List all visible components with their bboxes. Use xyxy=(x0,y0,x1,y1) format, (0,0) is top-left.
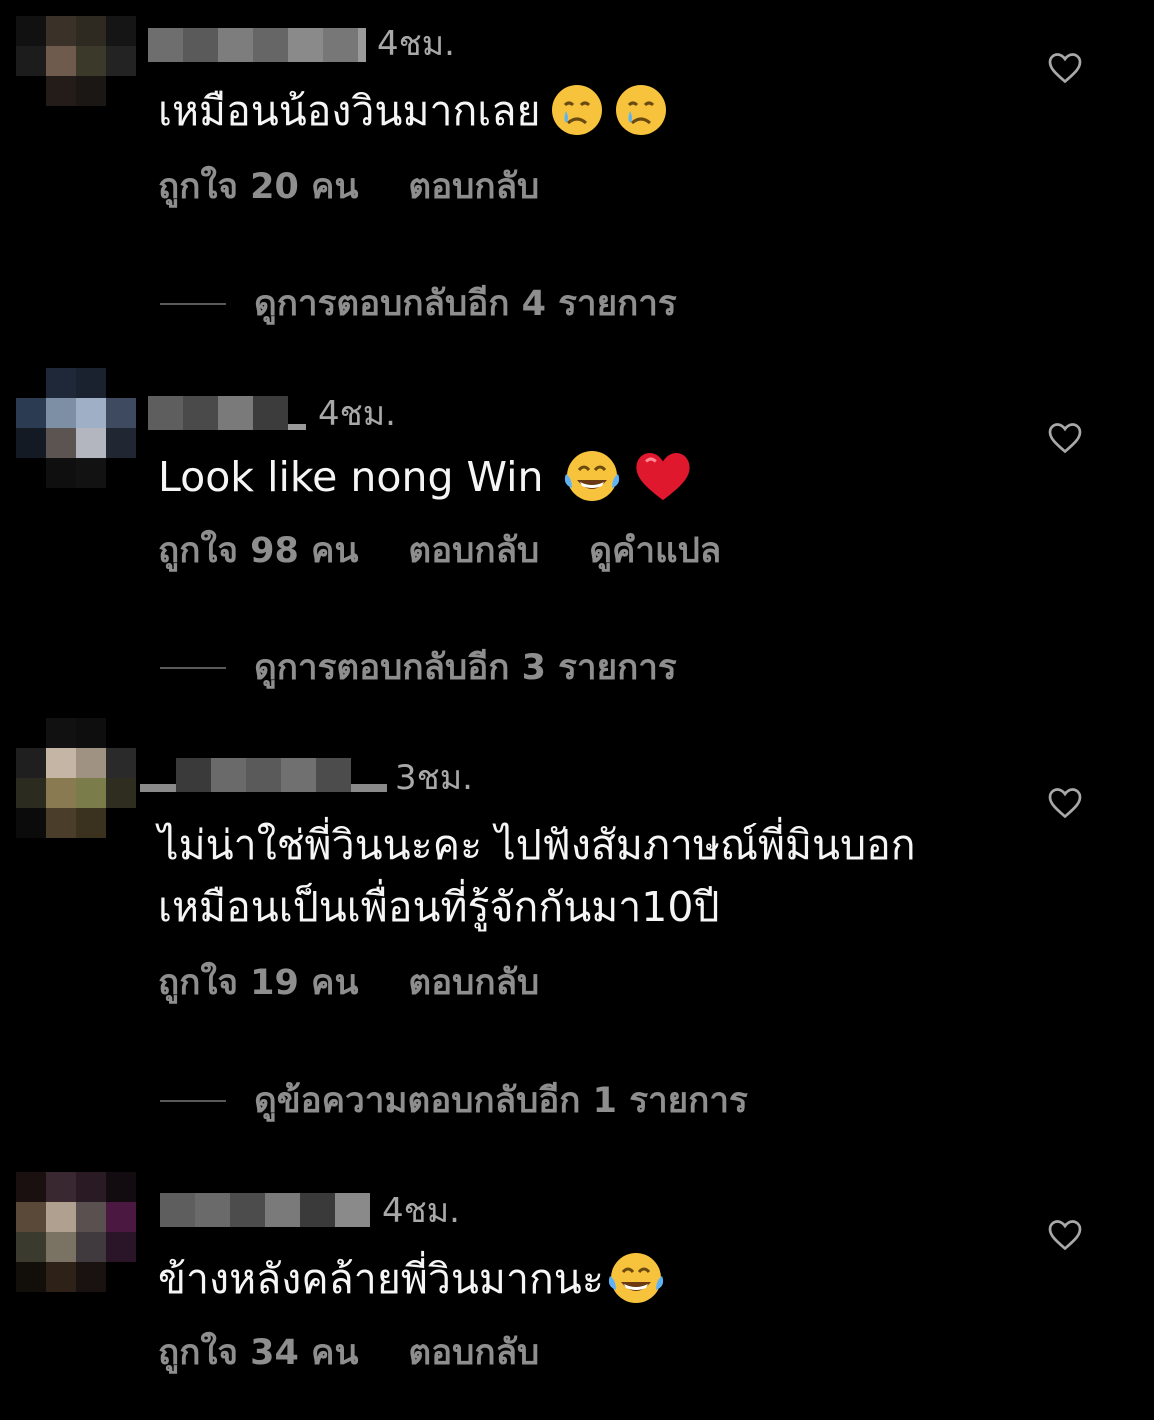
comment-meta: ถูกใจ 34 คน ตอบกลับ xyxy=(158,1332,589,1374)
like-heart-icon[interactable] xyxy=(1046,1217,1084,1253)
username-blurred[interactable] xyxy=(148,396,306,430)
crying-face-emoji xyxy=(552,85,603,135)
comment-text: ข้างหลังคล้ายพี่วินมากนะ xyxy=(158,1248,666,1310)
comment-text: Look like nong Win xyxy=(158,446,692,508)
view-replies-label: ดูข้อความตอบกลับอีก 1 รายการ xyxy=(254,1081,748,1121)
comment-meta: ถูกใจ 19 คน ตอบกลับ xyxy=(158,962,589,1004)
comment-time: 4ชม. xyxy=(318,394,396,434)
avatar[interactable] xyxy=(16,1172,136,1292)
likes-count[interactable]: ถูกใจ 20 คน xyxy=(158,167,358,207)
replies-divider-line xyxy=(160,1099,226,1102)
comment-meta: ถูกใจ 20 คน ตอบกลับ xyxy=(158,166,589,208)
tears-of-joy-emoji xyxy=(564,451,619,501)
comment-time: 4ชม. xyxy=(377,24,455,64)
comment-time: 4ชม. xyxy=(382,1191,460,1231)
comment-text-line-1: ไม่น่าใช่พี่วินนะคะ ไปฟังสัมภาษณ์พี่มินบ… xyxy=(158,821,916,869)
reply-button[interactable]: ตอบกลับ xyxy=(408,1333,539,1373)
like-heart-icon[interactable] xyxy=(1046,50,1084,86)
like-heart-icon[interactable] xyxy=(1046,785,1084,821)
translate-button[interactable]: ดูคำแปล xyxy=(589,531,721,571)
likes-count[interactable]: ถูกใจ 34 คน xyxy=(158,1333,358,1373)
avatar[interactable] xyxy=(16,16,136,136)
username-blurred[interactable] xyxy=(140,758,387,792)
comment-text-line-2: เหมือนเป็นเพื่อนที่รู้จักกันมา10ปี xyxy=(158,883,720,931)
avatar[interactable] xyxy=(16,368,136,488)
tears-of-joy-emoji xyxy=(608,1253,663,1303)
view-replies-label: ดูการตอบกลับอีก 4 รายการ xyxy=(254,284,677,324)
comment-text-body: ข้างหลังคล้ายพี่วินมากนะ xyxy=(158,1255,604,1303)
likes-count[interactable]: ถูกใจ 19 คน xyxy=(158,963,358,1003)
view-replies-button[interactable]: ดูข้อความตอบกลับอีก 1 รายการ xyxy=(160,1073,748,1128)
username-blurred[interactable] xyxy=(148,28,366,62)
reply-button[interactable]: ตอบกลับ xyxy=(408,531,539,571)
likes-count[interactable]: ถูกใจ 98 คน xyxy=(158,531,358,571)
view-replies-button[interactable]: ดูการตอบกลับอีก 4 รายการ xyxy=(160,276,677,331)
replies-divider-line xyxy=(160,666,226,669)
red-heart-emoji xyxy=(635,453,690,501)
replies-divider-line xyxy=(160,302,226,305)
view-replies-label: ดูการตอบกลับอีก 3 รายการ xyxy=(254,648,677,688)
reply-button[interactable]: ตอบกลับ xyxy=(408,167,539,207)
comment-text-body: Look like nong Win xyxy=(158,453,544,501)
comment-time: 3ชม. xyxy=(395,758,473,798)
comment-text: เหมือนน้องวินมากเลย xyxy=(158,80,668,142)
crying-face-emoji xyxy=(616,85,667,135)
view-replies-button[interactable]: ดูการตอบกลับอีก 3 รายการ xyxy=(160,640,677,695)
username-blurred[interactable] xyxy=(160,1193,370,1227)
comment-meta: ถูกใจ 98 คน ตอบกลับ ดูคำแปล xyxy=(158,530,771,572)
like-heart-icon[interactable] xyxy=(1046,420,1084,456)
comment-text-body: เหมือนน้องวินมากเลย xyxy=(158,87,541,135)
avatar[interactable] xyxy=(16,718,136,838)
reply-button[interactable]: ตอบกลับ xyxy=(408,963,539,1003)
